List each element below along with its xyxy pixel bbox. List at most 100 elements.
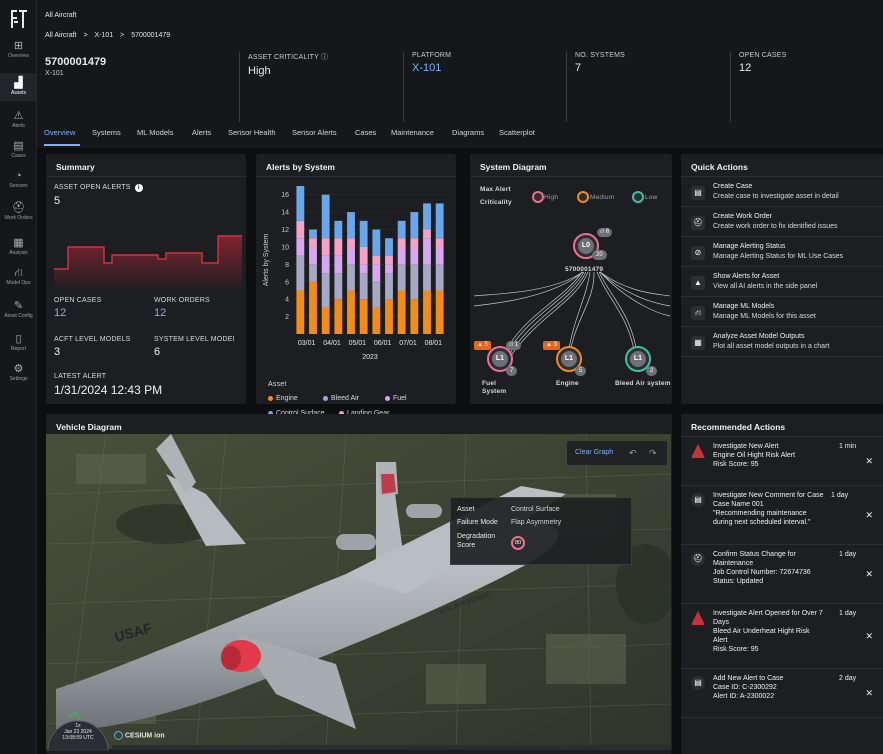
asset-open-alerts-value: 5 [54,195,61,207]
bar-segment-fuel [372,264,381,282]
alerts-by-system-card: Alerts by System 2 4 6 8 10 12 14 16 Alerts by S… [256,154,456,417]
dismiss-icon[interactable]: ✕ [865,510,873,521]
nav-item-label: Analysis [9,250,28,256]
tab-scatterplot[interactable]: Scatterplot [499,128,535,137]
nav-item-work-orders[interactable]: ⛑ Work Orders [0,200,37,226]
legend-medium-ring [577,191,589,203]
document-icon: ▯ [15,333,22,345]
bleed-air-node-name: Bleed Air system [615,380,671,387]
vehicle-3d-viewport[interactable]: USAF U.S. AIR FORCE [46,434,671,749]
dismiss-icon[interactable]: ✕ [865,631,873,642]
bar-segment-landing-gear [309,238,317,247]
tab-alerts[interactable]: Alerts [192,128,211,137]
nav-item-sensors[interactable]: ◔ Sensors [0,168,37,194]
undo-icon[interactable]: ↶ [629,448,637,459]
legend-item-bleed-air[interactable]: Bleed Air [323,395,359,402]
quick-action-show-alerts-for-asset[interactable]: ▲ Show Alerts for Asset View all AI alerts… [681,268,883,297]
dismiss-icon[interactable]: ✕ [865,688,873,699]
gear-icon: ⚙ [13,363,24,375]
work-orders-link[interactable]: 12 [154,307,166,319]
nav-item-label: Assets [10,90,26,96]
recommended-action-item[interactable]: Investigate New Alert Engine Oil Hight Ri… [681,438,883,486]
model-icon: ⛙ [509,342,514,348]
warning-icon: ▲ [546,342,552,348]
recommended-action-line: Days [713,619,729,626]
timeline-bar[interactable] [112,745,670,750]
recommended-action-line: Alert [713,637,728,644]
quick-action-description: Manage ML Models for this asset [713,313,816,320]
divider [681,436,883,437]
tab-sensor-health[interactable]: Sensor Health [228,128,276,137]
nav-item-report[interactable]: ▯ Report [0,331,37,357]
tab-sensor-alerts[interactable]: Sensor Alerts [292,128,337,137]
tab-diagrams[interactable]: Diagrams [452,128,484,137]
warning-icon: ▲ [691,276,705,290]
info-icon[interactable]: i [134,184,143,192]
y-tick-label: 6 [285,279,289,286]
bar-segment-bleed-air [372,281,381,308]
nav-item-alerts[interactable]: ⚠ Alerts [0,108,37,134]
kpi-value: 7 [575,62,582,74]
fuel-alert-count: 5 [484,342,488,348]
legend-swatch [268,395,273,401]
quick-action-description: Create work order to fix identified issu… [713,223,838,230]
recommended-action-line: Case Name 001 [713,501,764,508]
quick-action-create-case[interactable]: ▤ Create Case Create case to investigate a… [681,178,883,207]
legend-item-engine[interactable]: Engine [268,395,298,402]
redo-icon[interactable]: ↷ [649,448,657,459]
quick-action-manage-ml-models[interactable]: ⛙ Manage ML Models Manage ML Models for th… [681,298,883,327]
recommended-action-item[interactable]: Investigate Alert Opened for Over 7 Days B… [681,605,883,669]
left-nav: ⊞ Overview ▟ Assets ⚠ Alerts ▤ Cases ◔ Sensors ⛑ Wo… [0,0,37,754]
cesium-icon [114,731,123,740]
dismiss-icon[interactable]: ✕ [865,456,873,467]
nav-item-asset-config[interactable]: ✎ Asset Config [0,298,37,324]
hardhat-icon: ⛑ [691,552,705,566]
open-cases-link[interactable]: 12 [54,307,66,319]
graph-controls: Clear Graph ↶ ↷ [567,441,667,465]
tab-overview[interactable]: Overview [44,128,75,137]
clear-graph-button[interactable]: Clear Graph [575,449,613,456]
legend-title: Asset [268,381,287,388]
tab-ml-models[interactable]: ML Models [137,128,173,137]
recommended-action-item[interactable]: ▤ Investigate New Comment for Case Case Na… [681,487,883,545]
legend-item-fuel[interactable]: Fuel [385,395,407,402]
bar-segment-landing-gear [372,255,381,265]
recommended-action-line: Job Control Number: 72674736 [713,569,811,576]
kpi-label: ASSET CRITICALITY ⓘ [248,54,329,61]
recommended-actions-title: Recommended Actions [691,422,786,432]
quick-action-create-work-order[interactable]: ⛑ Create Work Order Create work order to f… [681,208,883,237]
recommended-action-item[interactable]: ▤ Add New Alert to Case Case ID: C-2300292… [681,670,883,718]
root-models-count: 6 [605,229,610,235]
tab-systems[interactable]: Systems [92,128,121,137]
cesium-text: CESIUM ion [125,732,165,740]
nav-item-label: Asset Config [4,313,33,319]
quick-action-manage-alerting-status[interactable]: ⊘ Manage Alerting Status Manage Alerting S… [681,238,883,267]
tab-maintenance[interactable]: Maintenance [391,128,434,137]
chart-icon: ▟ [14,77,23,89]
recommended-action-line: Case ID: C-2300292 [713,684,777,691]
divider [681,176,883,177]
x-tick-label: 07/01 [399,340,417,347]
bar-segment-engine [309,281,317,334]
legend-high-label: High [544,194,559,201]
nav-item-analysis[interactable]: ▦ Analysis [0,235,37,261]
kpi-platform-link[interactable]: X-101 [412,62,563,74]
tab-cases[interactable]: Cases [355,128,376,137]
nav-item-overview[interactable]: ⊞ Overview [0,38,37,64]
recommended-action-line: Status: Updated [713,578,764,585]
nav-item-label: Settings [9,376,28,382]
legend-high-ring [532,191,544,203]
nav-item-settings[interactable]: ⚙ Settings [0,361,37,387]
y-tick-label: 14 [281,210,289,217]
node-level-label: L1 [561,351,577,367]
breadcrumb-item-platform[interactable]: X-101 [95,32,114,39]
quick-action-analyze-asset-model-outputs[interactable]: ▦ Analyze Asset Model Outputs Plot all ass… [681,328,883,357]
nav-item-cases[interactable]: ▤ Cases [0,138,37,164]
dismiss-icon[interactable]: ✕ [865,569,873,580]
nav-item-label: Cases [11,153,26,159]
clock-widget[interactable]: 1x Jan 23 2024 13:08:59 UTC [46,711,110,752]
nav-item-model-ops[interactable]: ⛙ Model Ops [0,265,37,291]
recommended-action-item[interactable]: ⛑ Confirm Status Change for Maintenance Job… [681,546,883,604]
nav-item-assets[interactable]: ▟ Assets [0,73,37,101]
breadcrumb-item-all-aircraft[interactable]: All Aircraft [45,32,77,39]
